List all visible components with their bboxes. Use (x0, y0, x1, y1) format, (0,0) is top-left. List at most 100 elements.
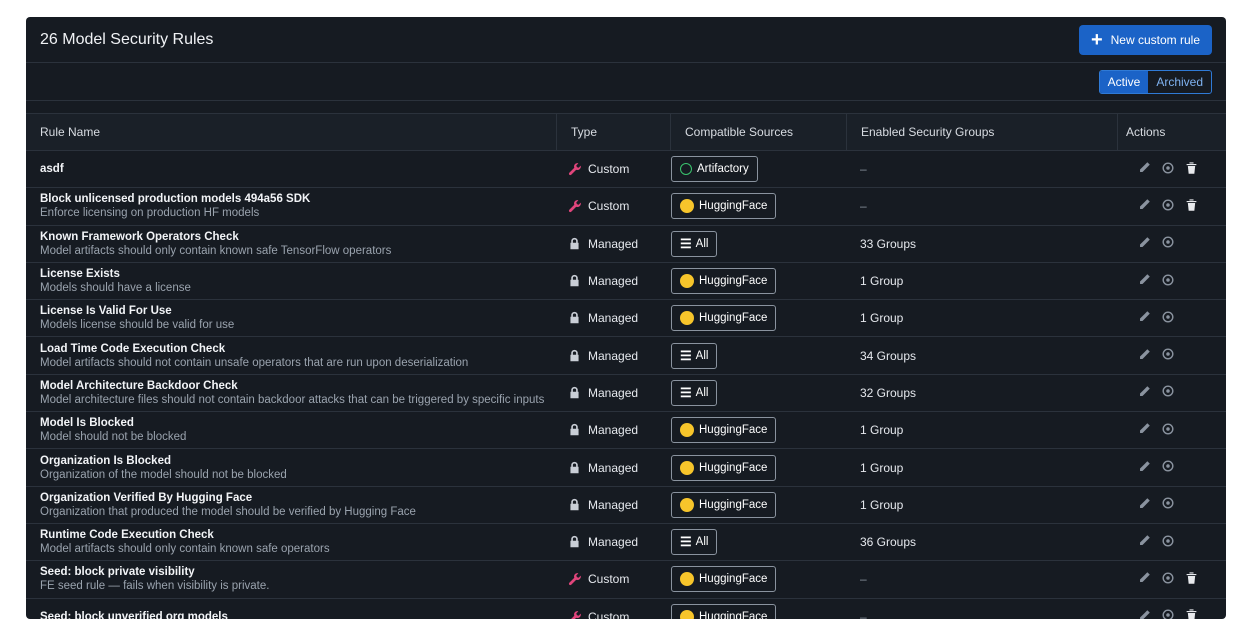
rule-name-cell: Model Architecture Backdoor Check Model … (26, 380, 556, 406)
rule-actions (1130, 198, 1226, 215)
table-row[interactable]: License Is Valid For Use Models license … (26, 300, 1226, 338)
rule-type: Managed (588, 497, 639, 512)
table-row[interactable]: Organization Verified By Hugging Face Or… (26, 487, 1226, 524)
eye-icon[interactable] (1161, 347, 1175, 364)
rule-groups: – (860, 162, 867, 177)
rule-name: Model Architecture Backdoor Check (40, 379, 238, 392)
source-chip: HuggingFace (671, 193, 777, 220)
col-rule-name[interactable]: Rule Name (26, 125, 556, 139)
rule-type-cell: Managed (556, 461, 669, 475)
rule-type: Managed (588, 423, 639, 438)
pencil-icon[interactable] (1138, 422, 1151, 438)
table-row[interactable]: Organization Is Blocked Organization of … (26, 449, 1226, 487)
rule-source-cell: HuggingFace (669, 417, 846, 444)
eye-icon[interactable] (1161, 571, 1175, 588)
rule-name: Seed: block unverified org models (40, 610, 228, 619)
pencil-icon[interactable] (1138, 236, 1151, 252)
pencil-icon[interactable] (1138, 497, 1151, 513)
pencil-icon[interactable] (1138, 609, 1151, 619)
rule-type-cell: Custom (556, 199, 669, 213)
rule-name: License Exists (40, 268, 120, 281)
rule-name: Runtime Code Execution Check (40, 529, 214, 542)
pencil-icon[interactable] (1138, 198, 1151, 214)
rule-description: Models license should be valid for use (40, 319, 235, 332)
huggingface-icon (680, 609, 694, 619)
eye-icon[interactable] (1161, 235, 1175, 252)
rule-name-cell: Model Is Blocked Model should not be blo… (26, 417, 556, 443)
rule-type: Managed (588, 385, 639, 400)
pencil-icon[interactable] (1138, 534, 1151, 550)
source-chip: ☰ All (671, 342, 718, 369)
lock-icon (568, 423, 582, 437)
table-row[interactable]: Model Is Blocked Model should not be blo… (26, 412, 1226, 450)
pencil-icon[interactable] (1138, 310, 1151, 326)
rule-groups: 1 Group (860, 311, 904, 326)
rule-name-cell: Block unlicensed production models 494a5… (26, 193, 556, 219)
rule-groups: 1 Group (860, 423, 904, 438)
rule-actions (1130, 534, 1226, 551)
rule-groups: 34 Groups (860, 348, 917, 363)
eye-icon[interactable] (1161, 273, 1175, 290)
pencil-icon[interactable] (1138, 385, 1151, 401)
col-sources[interactable]: Compatible Sources (670, 114, 846, 150)
lock-icon (568, 535, 582, 549)
eye-icon[interactable] (1161, 310, 1175, 327)
rule-source-cell: HuggingFace (669, 454, 846, 481)
trash-icon[interactable] (1185, 608, 1198, 619)
pencil-icon[interactable] (1138, 571, 1151, 587)
rule-type: Managed (588, 274, 639, 289)
table-row[interactable]: Load Time Code Execution Check Model art… (26, 337, 1226, 375)
rule-source-cell: ☰ All (669, 379, 846, 406)
rule-name-cell: Known Framework Operators Check Model ar… (26, 231, 556, 257)
table-row[interactable]: Seed: block unverified org models Custom… (26, 599, 1226, 619)
eye-icon[interactable] (1161, 496, 1175, 513)
table-row[interactable]: Block unlicensed production models 494a5… (26, 188, 1226, 226)
lock-icon (568, 349, 582, 363)
table-row[interactable]: License Exists Models should have a lice… (26, 263, 1226, 301)
lock-icon (568, 311, 582, 325)
rule-type-cell: Managed (556, 237, 669, 251)
trash-icon[interactable] (1185, 161, 1198, 178)
rule-type-cell: Managed (556, 498, 669, 512)
pencil-icon[interactable] (1138, 348, 1151, 364)
pencil-icon[interactable] (1138, 161, 1151, 177)
eye-icon[interactable] (1161, 534, 1175, 551)
eye-icon[interactable] (1161, 198, 1175, 215)
table-row[interactable]: Runtime Code Execution Check Model artif… (26, 524, 1226, 562)
table-row[interactable]: Seed: block private visibility FE seed r… (26, 561, 1226, 599)
rule-description: FE seed rule — fails when visibility is … (40, 580, 270, 593)
table-row[interactable]: Known Framework Operators Check Model ar… (26, 226, 1226, 263)
rule-description: Model artifacts should only contain know… (40, 244, 392, 257)
huggingface-icon (680, 311, 694, 326)
eye-icon[interactable] (1161, 161, 1175, 178)
col-type[interactable]: Type (556, 114, 670, 150)
rule-name-cell: Seed: block private visibility FE seed r… (26, 566, 556, 592)
tab-active[interactable]: Active (1099, 70, 1149, 93)
rule-groups: – (860, 609, 867, 619)
pencil-icon[interactable] (1138, 460, 1151, 476)
new-custom-rule-button[interactable]: + New custom rule (1078, 24, 1212, 55)
eye-icon[interactable] (1161, 459, 1175, 476)
table-row[interactable]: Model Architecture Backdoor Check Model … (26, 375, 1226, 413)
eye-icon[interactable] (1161, 384, 1175, 401)
rule-name: asdf (40, 163, 64, 176)
rule-name: Load Time Code Execution Check (40, 342, 226, 355)
eye-icon[interactable] (1161, 422, 1175, 439)
rule-type-cell: Custom (556, 610, 669, 619)
pencil-icon[interactable] (1138, 273, 1151, 289)
tab-archived[interactable]: Archived (1148, 71, 1211, 93)
source-label: HuggingFace (699, 610, 768, 619)
trash-icon[interactable] (1185, 571, 1198, 588)
rule-type: Managed (588, 348, 639, 363)
trash-icon[interactable] (1185, 198, 1198, 215)
huggingface-icon (680, 423, 694, 438)
table-row[interactable]: asdf Custom Artifactory – (26, 151, 1226, 189)
rule-actions (1130, 496, 1226, 513)
rule-name: Organization Is Blocked (40, 454, 171, 467)
col-groups[interactable]: Enabled Security Groups (846, 114, 1117, 150)
rule-source-cell: ☰ All (669, 529, 846, 556)
rule-name-cell: Runtime Code Execution Check Model artif… (26, 529, 556, 555)
eye-icon[interactable] (1161, 608, 1175, 619)
rule-groups: – (860, 572, 867, 587)
rule-description: Models should have a license (40, 282, 191, 295)
